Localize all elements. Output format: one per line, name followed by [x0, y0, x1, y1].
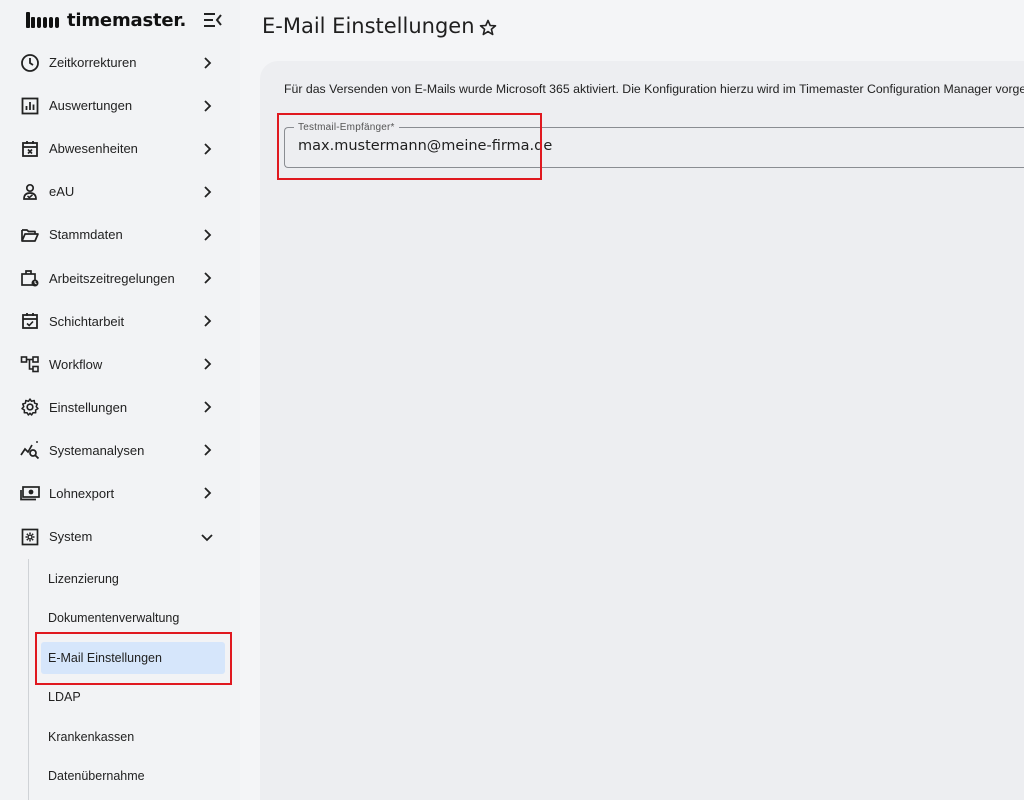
sidebar-item-label: eAU: [49, 184, 75, 200]
sidebar-item-label: System: [49, 529, 93, 545]
person-check-icon: [20, 182, 40, 202]
chevron-right-icon: [200, 228, 214, 242]
sidebar-nav: Zeitkorrekturen Auswertungen Abwesenheit…: [0, 41, 240, 558]
money-icon: [20, 483, 40, 503]
sidebar-item-lohnexport[interactable]: Lohnexport: [0, 472, 240, 515]
sidebar-item-label: Abwesenheiten: [49, 141, 138, 157]
sidebar-subitem-krankenkassen[interactable]: Krankenkassen: [41, 721, 225, 753]
chevron-right-icon: [200, 486, 214, 500]
sidebar-subitem-lizenzierung[interactable]: Lizenzierung: [41, 563, 225, 595]
chart-search-icon: [20, 440, 40, 460]
sidebar-item-label: Systemanalysen: [49, 442, 145, 458]
workflow-icon: [20, 354, 40, 374]
sidebar-item-label: Einstellungen: [49, 399, 128, 415]
settings-card: [260, 61, 1024, 800]
calendar-x-icon: [20, 139, 40, 159]
sidebar-item-abwesenheiten[interactable]: Abwesenheiten: [0, 127, 240, 170]
sidebar-item-label: Arbeitszeitregelungen: [49, 270, 175, 286]
sidebar: timemaster. Zeitkorrekturen Auswertungen: [0, 0, 240, 800]
sidebar-item-system[interactable]: System: [0, 515, 240, 558]
sidebar-item-arbeitszeitregelungen[interactable]: Arbeitszeitregelungen: [0, 256, 240, 299]
chevron-right-icon: [200, 99, 214, 113]
logo-text: timemaster.: [67, 9, 187, 31]
sidebar-item-eau[interactable]: eAU: [0, 170, 240, 213]
sidebar-item-systemanalysen[interactable]: Systemanalysen: [0, 429, 240, 472]
calendar-check-icon: [20, 311, 40, 331]
test-recipient-label: Testmail-Empfänger*: [294, 122, 399, 133]
chevron-right-icon: [200, 357, 214, 371]
sidebar-item-stammdaten[interactable]: Stammdaten: [0, 213, 240, 256]
sidebar-item-label: Schichtarbeit: [49, 313, 125, 329]
sidebar-item-schichtarbeit[interactable]: Schichtarbeit: [0, 300, 240, 343]
clock-icon: [20, 53, 40, 73]
sidebar-item-zeitkorrekturen[interactable]: Zeitkorrekturen: [0, 41, 240, 84]
sidebar-item-einstellungen[interactable]: Einstellungen: [0, 386, 240, 429]
folder-open-icon: [20, 225, 40, 245]
chevron-down-icon: [200, 530, 214, 544]
sidebar-subitem-datenuebernahme[interactable]: Datenübernahme: [41, 760, 225, 792]
chevron-right-icon: [200, 185, 214, 199]
chevron-right-icon: [200, 271, 214, 285]
chevron-right-icon: [200, 56, 214, 70]
logo-mark-icon: [26, 12, 60, 28]
system-gear-icon: [20, 527, 40, 547]
sidebar-item-label: Lohnexport: [49, 485, 115, 501]
sidebar-item-label: Zeitkorrekturen: [49, 55, 137, 71]
sidebar-subitem-dokumentenverwaltung[interactable]: Dokumentenverwaltung: [41, 602, 225, 634]
test-recipient-input[interactable]: [298, 138, 998, 154]
gear-icon: [20, 397, 40, 417]
sidebar-subitem-email-einstellungen[interactable]: E-Mail Einstellungen: [41, 642, 225, 674]
favorite-star-icon[interactable]: [478, 18, 498, 38]
briefcase-clock-icon: [20, 268, 40, 288]
page-title: E-Mail Einstellungen: [262, 14, 475, 38]
sidebar-subitem-ldap[interactable]: LDAP: [41, 681, 225, 713]
logo[interactable]: timemaster.: [26, 8, 226, 32]
chevron-right-icon: [200, 443, 214, 457]
sidebar-item-label: Stammdaten: [49, 227, 123, 243]
sidebar-item-workflow[interactable]: Workflow: [0, 343, 240, 386]
sidebar-item-label: Auswertungen: [49, 98, 133, 114]
collapse-menu-icon[interactable]: [203, 11, 223, 29]
sidebar-item-auswertungen[interactable]: Auswertungen: [0, 84, 240, 127]
submenu-divider: [28, 559, 29, 800]
chevron-right-icon: [200, 142, 214, 156]
chevron-right-icon: [200, 400, 214, 414]
info-text: Für das Versenden von E-Mails wurde Micr…: [284, 82, 1024, 96]
bar-chart-icon: [20, 96, 40, 116]
chevron-right-icon: [200, 314, 214, 328]
sidebar-item-label: Workflow: [49, 356, 103, 372]
